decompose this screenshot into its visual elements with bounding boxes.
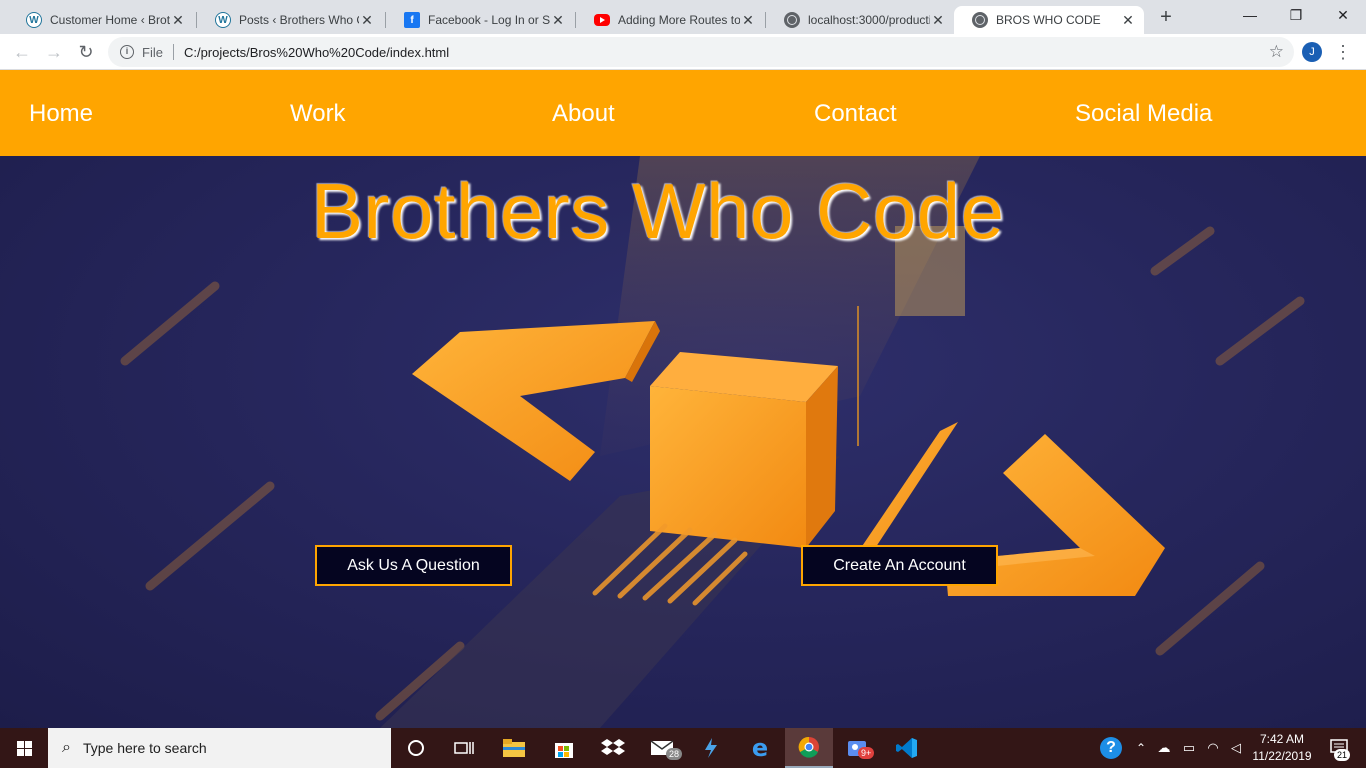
tab-close-icon[interactable]: ✕: [740, 12, 756, 28]
wifi-icon[interactable]: ◠: [1203, 728, 1223, 768]
scheme-label: File: [142, 44, 163, 60]
reload-icon[interactable]: ↻: [74, 40, 98, 64]
dropbox-icon[interactable]: [589, 728, 637, 768]
forward-arrow-icon[interactable]: →: [42, 40, 66, 64]
browser-tab[interactable]: W Posts ‹ Brothers Who Co ✕: [197, 6, 383, 34]
nav-social-media[interactable]: Social Media: [1075, 100, 1212, 128]
edge-glyph: e: [751, 734, 769, 762]
windows-logo-icon: [17, 741, 32, 756]
onedrive-cloud-icon[interactable]: ☁: [1154, 728, 1174, 768]
photos-icon[interactable]: 9+: [834, 728, 882, 768]
youtube-icon: [594, 14, 610, 26]
ask-question-button[interactable]: Ask Us A Question: [315, 545, 512, 586]
show-hidden-icons-chevron-icon[interactable]: ⌃: [1132, 728, 1150, 768]
browser-tab[interactable]: Adding More Routes to ✕: [576, 6, 764, 34]
tab-close-icon[interactable]: ✕: [359, 12, 375, 28]
notification-center-icon[interactable]: 21: [1320, 728, 1360, 768]
info-icon[interactable]: i: [120, 45, 134, 59]
create-account-button[interactable]: Create An Account: [801, 545, 998, 586]
start-button[interactable]: [0, 728, 48, 768]
profile-avatar[interactable]: J: [1302, 42, 1322, 62]
mail-icon[interactable]: 28: [638, 728, 686, 768]
file-explorer-icon[interactable]: [490, 728, 538, 768]
tab-title: localhost:3000/producti: [808, 13, 930, 27]
tab-close-icon[interactable]: ✕: [170, 12, 186, 28]
volume-icon[interactable]: ◁: [1226, 728, 1246, 768]
nav-about[interactable]: About: [552, 100, 615, 128]
system-clock[interactable]: 7:42 AM 11/22/2019: [1248, 731, 1316, 765]
wordpress-icon: W: [215, 12, 231, 28]
globe-icon: [784, 12, 800, 28]
minimize-icon[interactable]: —: [1227, 0, 1273, 30]
help-icon[interactable]: ?: [1097, 728, 1125, 768]
wordpress-icon: W: [26, 12, 42, 28]
tab-title: Customer Home ‹ Broth: [50, 13, 170, 27]
azure-data-studio-icon[interactable]: [687, 728, 735, 768]
restore-icon[interactable]: ❐: [1273, 0, 1319, 30]
mail-badge: 28: [666, 748, 683, 760]
clock-time: 7:42 AM: [1259, 732, 1305, 746]
notification-badge: 21: [1334, 749, 1351, 761]
globe-icon: [972, 12, 988, 28]
tab-title: Facebook - Log In or Si: [428, 13, 550, 27]
nav-home[interactable]: Home: [29, 100, 93, 128]
store-icon[interactable]: [540, 728, 588, 768]
battery-icon[interactable]: ▭: [1178, 728, 1200, 768]
vscode-icon[interactable]: [883, 728, 931, 768]
omnibox-divider: [172, 44, 174, 60]
page-viewport: Home Work About Contact Social Media Bro…: [0, 70, 1366, 728]
close-window-icon[interactable]: ✕: [1320, 0, 1366, 30]
browser-tab[interactable]: W Customer Home ‹ Broth ✕: [8, 6, 194, 34]
url-text[interactable]: C:/projects/Bros%20Who%20Code/index.html: [184, 45, 449, 60]
tab-close-icon[interactable]: ✕: [550, 12, 566, 28]
browser-toolbar: ← → ↻ i File C:/projects/Bros%20Who%20Co…: [0, 34, 1366, 70]
address-bar[interactable]: i File C:/projects/Bros%20Who%20Code/ind…: [108, 37, 1294, 67]
cortana-icon[interactable]: [392, 728, 440, 768]
nav-work[interactable]: Work: [290, 100, 346, 128]
chrome-icon[interactable]: [785, 728, 833, 768]
taskbar-search-box[interactable]: ⌕ Type here to search: [48, 728, 391, 768]
app-badge: 9+: [858, 747, 875, 759]
bookmark-star-icon[interactable]: ☆: [1269, 42, 1284, 62]
windows-taskbar: ⌕ Type here to search 28 e 9+ ? ⌃ ☁ ▭ ◠ …: [0, 728, 1366, 768]
back-arrow-icon[interactable]: ←: [10, 40, 34, 64]
browser-tab-active[interactable]: BROS WHO CODE ✕: [954, 6, 1144, 34]
tab-close-icon[interactable]: ✕: [930, 12, 946, 28]
browser-tab[interactable]: f Facebook - Log In or Si ✕: [386, 6, 574, 34]
task-view-icon[interactable]: [440, 728, 488, 768]
tab-title: BROS WHO CODE: [996, 13, 1101, 27]
tab-title: Posts ‹ Brothers Who Co: [239, 13, 359, 27]
search-icon: ⌕: [62, 739, 71, 756]
browser-tab[interactable]: localhost:3000/producti ✕: [766, 6, 954, 34]
facebook-icon: f: [404, 12, 420, 28]
page-title: Brothers Who Code: [311, 167, 1005, 255]
tab-title: Adding More Routes to: [618, 13, 740, 27]
nav-contact[interactable]: Contact: [814, 100, 897, 128]
site-navbar: Home Work About Contact Social Media: [0, 70, 1366, 156]
new-tab-button[interactable]: +: [1154, 6, 1178, 30]
edge-icon[interactable]: e: [736, 728, 784, 768]
search-placeholder: Type here to search: [82, 740, 207, 756]
tab-close-icon[interactable]: ✕: [1120, 12, 1136, 28]
browser-tab-strip: W Customer Home ‹ Broth ✕ W Posts ‹ Brot…: [0, 0, 1366, 34]
browser-menu-icon[interactable]: ⋮: [1334, 40, 1352, 64]
clock-date: 11/22/2019: [1252, 749, 1312, 763]
